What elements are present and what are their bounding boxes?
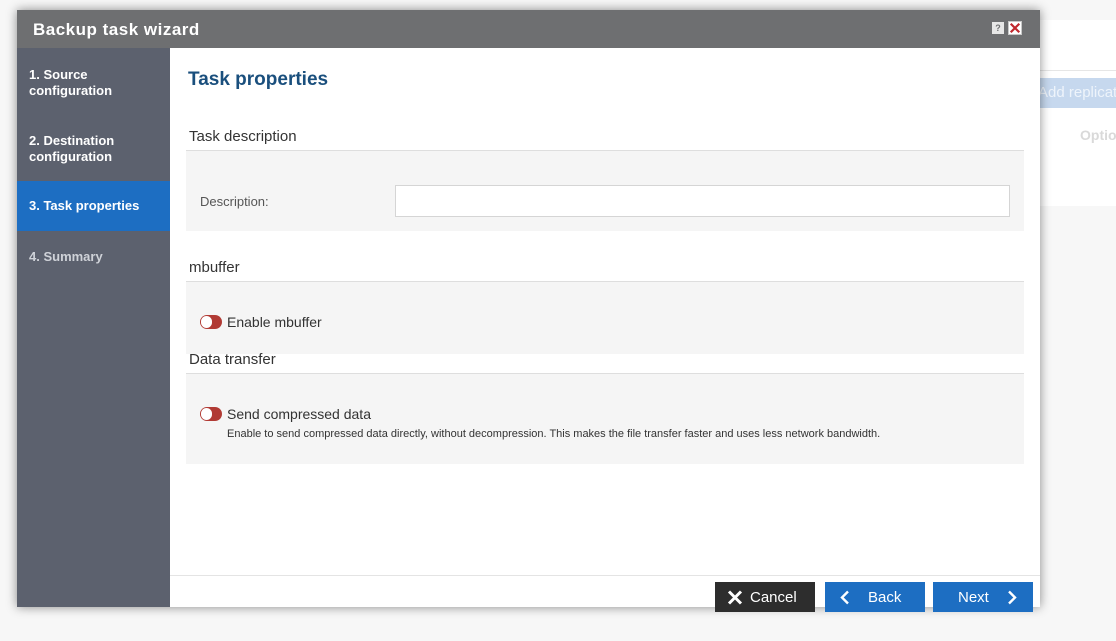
enable-mbuffer-toggle[interactable] (200, 315, 222, 329)
step-label: 3. Task properties (29, 198, 140, 213)
back-label: Back (868, 589, 902, 606)
step-label: 1. Source configuration (29, 67, 113, 98)
chevron-right-icon (1008, 590, 1017, 605)
wizard-steps-sidebar: 1. Source configuration 2. Destination c… (17, 48, 170, 607)
step-source-configuration[interactable]: 1. Source configuration (17, 67, 170, 99)
send-compressed-data-label: Send compressed data (227, 406, 371, 422)
help-icon[interactable]: ? (992, 22, 1004, 34)
options-column-header: Optio (1080, 127, 1116, 143)
background-divider (1040, 70, 1116, 71)
footer-divider (170, 575, 1040, 576)
step-destination-configuration[interactable]: 2. Destination configuration (17, 133, 170, 165)
send-compressed-data-hint: Enable to send compressed data directly,… (227, 428, 881, 440)
background-panel (1040, 20, 1116, 206)
data-transfer-section-title: Data transfer (189, 351, 276, 368)
close-icon (727, 590, 743, 605)
step-summary: 4. Summary (17, 249, 170, 265)
next-label: Next (958, 589, 989, 606)
chevron-left-icon (840, 590, 849, 605)
description-label: Description: (200, 194, 269, 209)
page-title: Task properties (188, 69, 329, 90)
cancel-label: Cancel (750, 589, 797, 606)
back-button[interactable]: Back (825, 582, 925, 612)
dialog-title: Backup task wizard (33, 20, 200, 39)
send-compressed-data-toggle[interactable] (200, 407, 222, 421)
step-label: 2. Destination configuration (29, 133, 115, 164)
add-replication-button[interactable]: Add replicat (1030, 78, 1116, 108)
mbuffer-section-title: mbuffer (189, 259, 240, 276)
wizard-content: Task properties Task description Descrip… (170, 48, 1040, 612)
description-input[interactable] (395, 185, 1010, 217)
close-icon[interactable] (1008, 21, 1022, 35)
backup-task-wizard-dialog: Backup task wizard ? 1. Source configura… (17, 10, 1040, 612)
next-button[interactable]: Next (933, 582, 1033, 612)
dialog-titlebar: Backup task wizard ? (17, 10, 1040, 48)
enable-mbuffer-label: Enable mbuffer (227, 314, 322, 330)
step-label: 4. Summary (29, 249, 103, 264)
step-task-properties[interactable]: 3. Task properties (17, 181, 170, 231)
cancel-button[interactable]: Cancel (715, 582, 815, 612)
task-description-section-title: Task description (189, 128, 297, 145)
